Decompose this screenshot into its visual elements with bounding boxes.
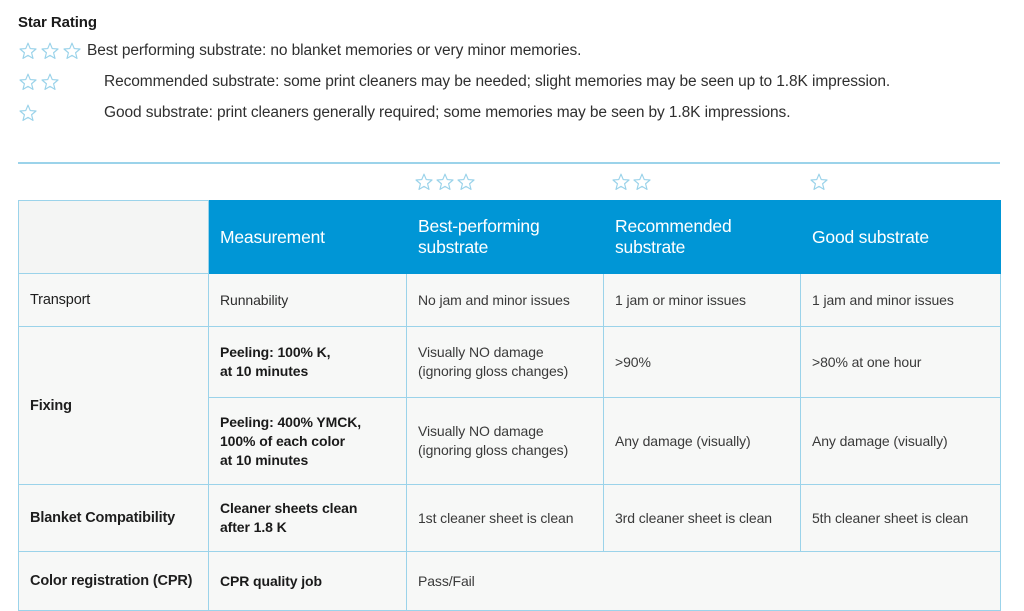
page-title: Star Rating (18, 14, 97, 31)
cell-recommended: 1 jam or minor issues (603, 273, 801, 327)
row-label-blanket-compatibility: Blanket Compatibility (18, 484, 209, 552)
star-icon (632, 172, 652, 192)
row-label-transport: Transport (18, 273, 209, 327)
cell-best: Visually NO damage (ignoring gloss chang… (406, 326, 604, 398)
header-blank-cell (18, 200, 209, 274)
header-good: Good substrate (800, 200, 1001, 274)
cell-measurement: Peeling: 100% K, at 10 minutes (208, 326, 407, 398)
table-row: Blanket Compatibility Cleaner sheets cle… (18, 484, 1001, 552)
star-icon (809, 172, 829, 192)
star-icon (456, 172, 476, 192)
cell-measurement: Cleaner sheets clean after 1.8 K (208, 484, 407, 552)
cell-recommended: >90% (603, 326, 801, 398)
cell-best: 1st cleaner sheet is clean (406, 484, 604, 552)
legend-text-three-star: Best performing substrate: no blanket me… (87, 42, 582, 59)
header-measurement: Measurement (208, 200, 407, 274)
cell-good: 5th cleaner sheet is clean (800, 484, 1001, 552)
legend-stars-one (18, 102, 88, 123)
header-recommended: Recommended substrate (603, 200, 801, 274)
star-icon (40, 41, 60, 61)
legend-item-one-star: Good substrate: print cleaners generally… (18, 102, 1006, 133)
cell-best: No jam and minor issues (406, 273, 604, 327)
star-icon (414, 172, 434, 192)
legend-item-two-star: Recommended substrate: some print cleane… (18, 71, 1006, 102)
cell-good: >80% at one hour (800, 326, 1001, 398)
cell-recommended: 3rd cleaner sheet is clean (603, 484, 801, 552)
cell-merged-pass-fail: Pass/Fail (406, 551, 1001, 611)
cell-measurement: Runnability (208, 273, 407, 327)
legend-text-one-star: Good substrate: print cleaners generally… (104, 104, 791, 121)
cell-measurement: CPR quality job (208, 551, 407, 611)
row-label-color-registration: Color registration (CPR) (18, 551, 209, 611)
star-rating-legend: Star Rating Best performing substrate: n… (18, 14, 1006, 133)
cell-best: Visually NO damage (ignoring gloss chang… (406, 397, 604, 485)
star-icon (18, 103, 38, 123)
legend-stars-two (18, 71, 88, 92)
table-row: Color registration (CPR) CPR quality job… (18, 551, 1001, 611)
header-best-performing: Best-performing substrate (406, 200, 604, 274)
substrate-rating-table: Measurement Best-performing substrate Re… (18, 200, 1001, 611)
legend-item-three-star: Best performing substrate: no blanket me… (18, 40, 1006, 71)
section-divider (18, 162, 1000, 164)
row-label-fixing: Fixing (18, 326, 209, 485)
legend-text-two-star: Recommended substrate: some print cleane… (104, 73, 891, 90)
star-icon (611, 172, 631, 192)
column-stars-good (809, 172, 829, 192)
star-icon (435, 172, 455, 192)
table-header-row: Measurement Best-performing substrate Re… (18, 200, 1001, 274)
cell-good: Any damage (visually) (800, 397, 1001, 485)
cell-good: 1 jam and minor issues (800, 273, 1001, 327)
star-icon (62, 41, 82, 61)
table-row: Transport Runnability No jam and minor i… (18, 273, 1001, 327)
cell-recommended: Any damage (visually) (603, 397, 801, 485)
star-icon (40, 72, 60, 92)
column-stars-best-performing (414, 172, 476, 192)
star-icon (18, 41, 38, 61)
table-star-strip (18, 170, 1000, 200)
star-icon (18, 72, 38, 92)
column-stars-recommended (611, 172, 652, 192)
legend-stars-three (18, 40, 88, 61)
table-row: Fixing Peeling: 100% K, at 10 minutes Vi… (18, 326, 1001, 485)
cell-measurement: Peeling: 400% YMCK, 100% of each color a… (208, 397, 407, 485)
